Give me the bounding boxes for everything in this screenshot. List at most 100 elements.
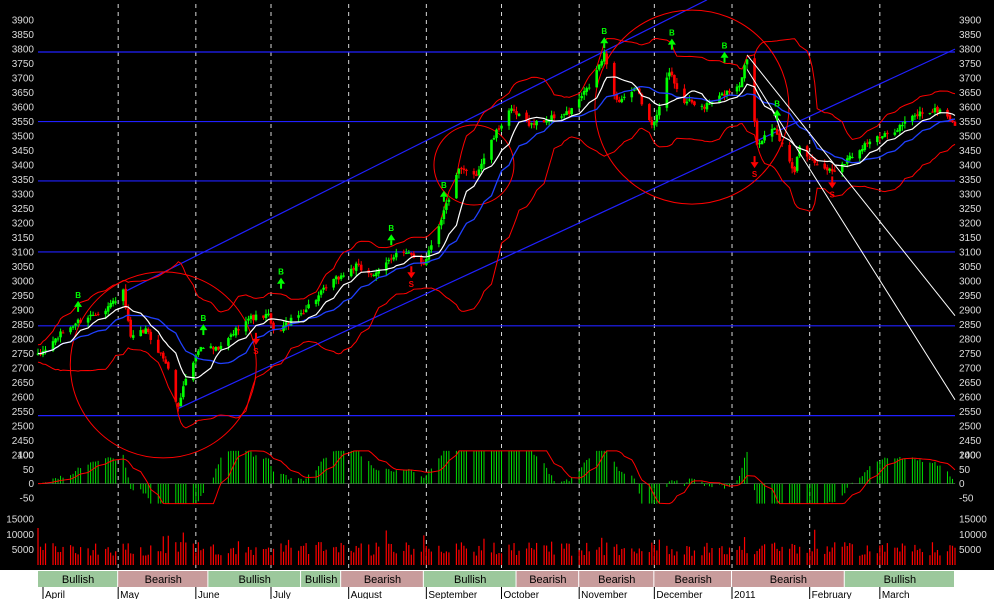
price-tick-left: 3800 [12,45,35,56]
candle-body [620,98,624,103]
price-tick-left: 3000 [12,276,35,287]
candle-body [758,143,761,145]
month-label: March [882,590,910,599]
candle-body [279,330,283,332]
candle-body [262,315,265,318]
candle-body [585,88,588,92]
candle-body [437,226,441,244]
sentiment-label: Bullish [62,574,94,586]
candle-body [840,163,844,172]
candle-body [264,314,268,319]
candle-body [725,90,729,96]
candle-body [56,338,60,340]
candle-body [685,101,689,104]
volume-tick-left: 10000 [6,530,34,541]
candle-body [480,163,483,170]
price-tick-left: 2950 [12,291,35,302]
candle-body [131,335,135,338]
oscillator-tick-right: -50 [959,493,974,504]
candle-body [860,149,864,152]
candle-body [577,99,581,108]
candle-body [129,319,133,337]
candle-body [580,96,583,99]
candle-body [933,108,937,113]
sentiment-label: Bearish [529,574,566,586]
volume-tick-left: 5000 [12,545,35,556]
candle-body [227,338,230,346]
candle-body [252,314,255,321]
candle-body [339,275,343,279]
price-tick-right: 2800 [959,334,982,345]
oscillator-tick-left: -50 [20,493,35,504]
oscillator-tick-left: 0 [28,479,34,490]
candle-body [267,313,270,316]
candle-body [372,274,376,276]
buy-signal-label: B [388,224,394,233]
candle-body [337,276,340,280]
candle-body [512,109,516,111]
candle-body [247,318,250,321]
candle-body [342,275,345,277]
candle-body [307,304,310,309]
month-label: November [581,590,628,599]
candle-body [953,121,957,126]
candle-body [146,328,150,333]
oscillator-tick-right: 0 [959,479,965,490]
candle-body [648,104,651,121]
candle-body [653,121,656,126]
candle-body [630,92,634,98]
candle-body [402,251,406,253]
price-tick-left: 3850 [12,30,35,41]
candle-body [605,53,609,65]
candle-body [670,71,674,76]
price-tick-right: 3450 [959,146,982,157]
price-tick-right: 3200 [959,218,982,229]
candle-body [693,101,696,106]
sentiment-label: Bearish [770,574,807,586]
candle-body [69,327,72,333]
month-label: June [198,590,220,599]
sell-signal-label: S [409,280,415,289]
candle-body [833,170,837,172]
candle-body [249,315,253,319]
buy-signal-label: B [75,291,81,300]
candle-body [229,334,233,337]
candle-body [302,313,305,315]
candle-body [124,288,127,308]
candle-body [149,331,153,340]
candle-body [780,142,784,145]
price-tick-right: 3400 [959,161,982,172]
candle-body [535,120,538,126]
buy-signal-label: B [669,29,675,38]
month-label: August [351,590,382,599]
sentiment-label: Bullish [884,574,916,586]
candle-body [332,278,335,288]
price-tick-right: 2550 [959,407,982,418]
candle-body [675,83,679,89]
candle-body [219,345,223,349]
buy-signal-label: B [200,314,206,323]
sentiment-label: Bearish [598,574,635,586]
candle-body [114,301,117,303]
price-tick-right: 3550 [959,117,982,128]
candle-body [755,120,759,145]
candle-body [184,379,188,386]
candle-body [921,112,924,114]
price-tick-left: 3450 [12,146,35,157]
candle-body [622,96,626,98]
candle-body [76,319,80,324]
candle-body [778,133,781,142]
candle-body [357,263,360,265]
candle-body [161,352,165,359]
candle-body [334,276,338,280]
candle-body [868,141,872,145]
candle-body [445,203,448,210]
candle-body [825,167,829,171]
month-label: September [428,590,478,599]
candle-body [595,70,599,88]
candle-body [515,111,518,115]
candle-body [560,116,563,118]
candle-body [497,128,501,130]
candle-body [317,295,320,302]
candle-body [457,168,461,174]
